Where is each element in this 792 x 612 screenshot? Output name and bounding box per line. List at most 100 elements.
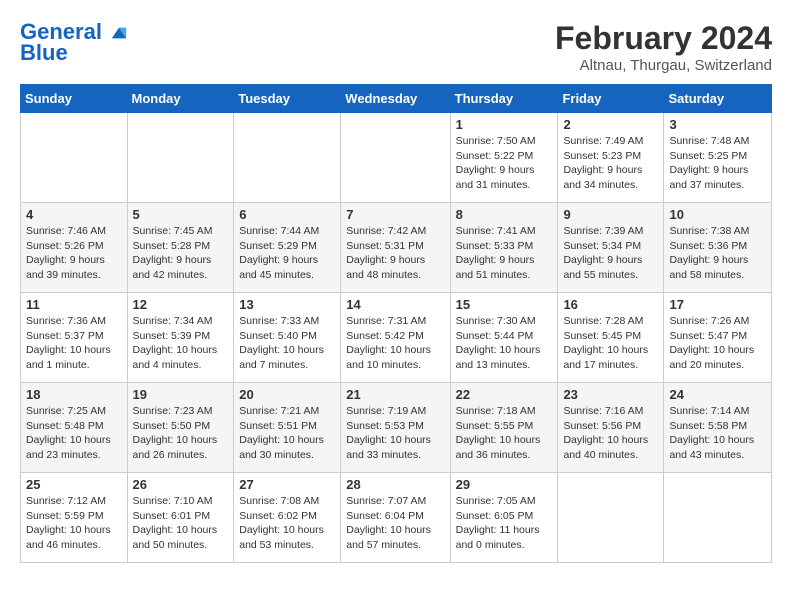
header-friday: Friday bbox=[558, 85, 664, 113]
day-number-10: 10 bbox=[669, 207, 766, 222]
day-info-3: Sunrise: 7:48 AM Sunset: 5:25 PM Dayligh… bbox=[669, 134, 766, 193]
day-info-15: Sunrise: 7:30 AM Sunset: 5:44 PM Dayligh… bbox=[456, 314, 553, 373]
cell-3-1: 19 Sunrise: 7:23 AM Sunset: 5:50 PM Dayli… bbox=[127, 383, 234, 473]
cell-2-1: 12Sunrise: 7:34 AM Sunset: 5:39 PM Dayli… bbox=[127, 293, 234, 383]
day-info-22: Sunrise: 7:18 AM Sunset: 5:55 PM Dayligh… bbox=[456, 404, 553, 463]
cell-2-4: 15 Sunrise: 7:30 AM Sunset: 5:44 PM Dayli… bbox=[450, 293, 558, 383]
day-number-6: 6 bbox=[239, 207, 335, 222]
day-number-12: 12 bbox=[133, 297, 229, 312]
cell-4-5 bbox=[558, 473, 664, 563]
day-info-2: Sunrise: 7:49 AM Sunset: 5:23 PM Dayligh… bbox=[563, 134, 658, 193]
calendar-table: SundayMondayTuesdayWednesdayThursdayFrid… bbox=[20, 84, 772, 563]
day-info-5: Sunrise: 7:45 AM Sunset: 5:28 PM Dayligh… bbox=[133, 224, 229, 283]
week-row-4: 18 Sunrise: 7:25 AM Sunset: 5:48 PM Dayli… bbox=[21, 383, 772, 473]
day-info-17: Sunrise: 7:26 AM Sunset: 5:47 PM Dayligh… bbox=[669, 314, 766, 373]
cell-3-2: 20Sunrise: 7:21 AM Sunset: 5:51 PM Dayli… bbox=[234, 383, 341, 473]
day-number-7: 7 bbox=[346, 207, 444, 222]
day-number-2: 2 bbox=[563, 117, 658, 132]
day-number-21: 21 bbox=[346, 387, 444, 402]
month-year: February 2024 bbox=[555, 20, 772, 57]
day-number-26: 26 bbox=[133, 477, 229, 492]
day-number-28: 28 bbox=[346, 477, 444, 492]
cell-4-0: 25 Sunrise: 7:12 AM Sunset: 5:59 PM Dayli… bbox=[21, 473, 128, 563]
header-sunday: Sunday bbox=[21, 85, 128, 113]
day-info-9: Sunrise: 7:39 AM Sunset: 5:34 PM Dayligh… bbox=[563, 224, 658, 283]
title-area: February 2024 Altnau, Thurgau, Switzerla… bbox=[555, 20, 772, 74]
cell-4-3: 28 Sunrise: 7:07 AM Sunset: 6:04 PM Dayli… bbox=[341, 473, 450, 563]
cell-4-4: 29Sunrise: 7:05 AM Sunset: 6:05 PM Dayli… bbox=[450, 473, 558, 563]
day-info-4: Sunrise: 7:46 AM Sunset: 5:26 PM Dayligh… bbox=[26, 224, 122, 283]
logo: General Blue bbox=[20, 20, 128, 66]
cell-0-1 bbox=[127, 113, 234, 203]
header-tuesday: Tuesday bbox=[234, 85, 341, 113]
day-info-25: Sunrise: 7:12 AM Sunset: 5:59 PM Dayligh… bbox=[26, 494, 122, 553]
day-info-1: Sunrise: 7:50 AM Sunset: 5:22 PM Dayligh… bbox=[456, 134, 553, 193]
location: Altnau, Thurgau, Switzerland bbox=[555, 57, 772, 74]
day-info-26: Sunrise: 7:10 AM Sunset: 6:01 PM Dayligh… bbox=[133, 494, 229, 553]
day-number-27: 27 bbox=[239, 477, 335, 492]
day-number-16: 16 bbox=[563, 297, 658, 312]
day-info-7: Sunrise: 7:42 AM Sunset: 5:31 PM Dayligh… bbox=[346, 224, 444, 283]
day-number-15: 15 bbox=[456, 297, 553, 312]
cell-4-1: 26 Sunrise: 7:10 AM Sunset: 6:01 PM Dayli… bbox=[127, 473, 234, 563]
cell-1-1: 5 Sunrise: 7:45 AM Sunset: 5:28 PM Daylig… bbox=[127, 203, 234, 293]
cell-0-0 bbox=[21, 113, 128, 203]
cell-0-6: 3 Sunrise: 7:48 AM Sunset: 5:25 PM Daylig… bbox=[664, 113, 772, 203]
day-number-9: 9 bbox=[563, 207, 658, 222]
week-row-3: 11 Sunrise: 7:36 AM Sunset: 5:37 PM Dayli… bbox=[21, 293, 772, 383]
day-number-17: 17 bbox=[669, 297, 766, 312]
day-number-11: 11 bbox=[26, 297, 122, 312]
cell-2-5: 16 Sunrise: 7:28 AM Sunset: 5:45 PM Dayli… bbox=[558, 293, 664, 383]
day-info-28: Sunrise: 7:07 AM Sunset: 6:04 PM Dayligh… bbox=[346, 494, 444, 553]
cell-2-2: 13 Sunrise: 7:33 AM Sunset: 5:40 PM Dayli… bbox=[234, 293, 341, 383]
day-number-18: 18 bbox=[26, 387, 122, 402]
header: General Blue February 2024 Altnau, Thurg… bbox=[20, 20, 772, 74]
day-info-16: Sunrise: 7:28 AM Sunset: 5:45 PM Dayligh… bbox=[563, 314, 658, 373]
cell-0-4: 1 Sunrise: 7:50 AM Sunset: 5:22 PM Daylig… bbox=[450, 113, 558, 203]
day-number-25: 25 bbox=[26, 477, 122, 492]
logo-icon bbox=[110, 24, 128, 42]
day-number-5: 5 bbox=[133, 207, 229, 222]
cell-1-3: 7 Sunrise: 7:42 AM Sunset: 5:31 PM Daylig… bbox=[341, 203, 450, 293]
day-info-18: Sunrise: 7:25 AM Sunset: 5:48 PM Dayligh… bbox=[26, 404, 122, 463]
header-wednesday: Wednesday bbox=[341, 85, 450, 113]
cell-1-5: 9 Sunrise: 7:39 AM Sunset: 5:34 PM Daylig… bbox=[558, 203, 664, 293]
cell-0-3 bbox=[341, 113, 450, 203]
day-info-24: Sunrise: 7:14 AM Sunset: 5:58 PM Dayligh… bbox=[669, 404, 766, 463]
day-number-29: 29 bbox=[456, 477, 553, 492]
cell-1-0: 4 Sunrise: 7:46 AM Sunset: 5:26 PM Daylig… bbox=[21, 203, 128, 293]
week-row-5: 25 Sunrise: 7:12 AM Sunset: 5:59 PM Dayli… bbox=[21, 473, 772, 563]
cell-4-2: 27 Sunrise: 7:08 AM Sunset: 6:02 PM Dayli… bbox=[234, 473, 341, 563]
cell-1-6: 10 Sunrise: 7:38 AM Sunset: 5:36 PM Dayli… bbox=[664, 203, 772, 293]
day-number-23: 23 bbox=[563, 387, 658, 402]
cell-1-4: 8Sunrise: 7:41 AM Sunset: 5:33 PM Daylig… bbox=[450, 203, 558, 293]
day-number-24: 24 bbox=[669, 387, 766, 402]
day-number-19: 19 bbox=[133, 387, 229, 402]
day-number-4: 4 bbox=[26, 207, 122, 222]
cell-2-3: 14Sunrise: 7:31 AM Sunset: 5:42 PM Dayli… bbox=[341, 293, 450, 383]
cell-2-0: 11 Sunrise: 7:36 AM Sunset: 5:37 PM Dayli… bbox=[21, 293, 128, 383]
header-row: SundayMondayTuesdayWednesdayThursdayFrid… bbox=[21, 85, 772, 113]
day-info-6: Sunrise: 7:44 AM Sunset: 5:29 PM Dayligh… bbox=[239, 224, 335, 283]
day-number-13: 13 bbox=[239, 297, 335, 312]
cell-1-2: 6 Sunrise: 7:44 AM Sunset: 5:29 PM Daylig… bbox=[234, 203, 341, 293]
cell-3-3: 21 Sunrise: 7:19 AM Sunset: 5:53 PM Dayli… bbox=[341, 383, 450, 473]
week-row-1: 1 Sunrise: 7:50 AM Sunset: 5:22 PM Daylig… bbox=[21, 113, 772, 203]
day-info-10: Sunrise: 7:38 AM Sunset: 5:36 PM Dayligh… bbox=[669, 224, 766, 283]
day-info-13: Sunrise: 7:33 AM Sunset: 5:40 PM Dayligh… bbox=[239, 314, 335, 373]
day-number-22: 22 bbox=[456, 387, 553, 402]
day-number-8: 8 bbox=[456, 207, 553, 222]
day-info-20: Sunrise: 7:21 AM Sunset: 5:51 PM Dayligh… bbox=[239, 404, 335, 463]
day-info-27: Sunrise: 7:08 AM Sunset: 6:02 PM Dayligh… bbox=[239, 494, 335, 553]
header-thursday: Thursday bbox=[450, 85, 558, 113]
day-number-3: 3 bbox=[669, 117, 766, 132]
header-monday: Monday bbox=[127, 85, 234, 113]
day-info-19: Sunrise: 7:23 AM Sunset: 5:50 PM Dayligh… bbox=[133, 404, 229, 463]
day-info-11: Sunrise: 7:36 AM Sunset: 5:37 PM Dayligh… bbox=[26, 314, 122, 373]
cell-0-2 bbox=[234, 113, 341, 203]
cell-0-5: 2 Sunrise: 7:49 AM Sunset: 5:23 PM Daylig… bbox=[558, 113, 664, 203]
day-info-21: Sunrise: 7:19 AM Sunset: 5:53 PM Dayligh… bbox=[346, 404, 444, 463]
cell-2-6: 17 Sunrise: 7:26 AM Sunset: 5:47 PM Dayli… bbox=[664, 293, 772, 383]
day-number-1: 1 bbox=[456, 117, 553, 132]
week-row-2: 4 Sunrise: 7:46 AM Sunset: 5:26 PM Daylig… bbox=[21, 203, 772, 293]
